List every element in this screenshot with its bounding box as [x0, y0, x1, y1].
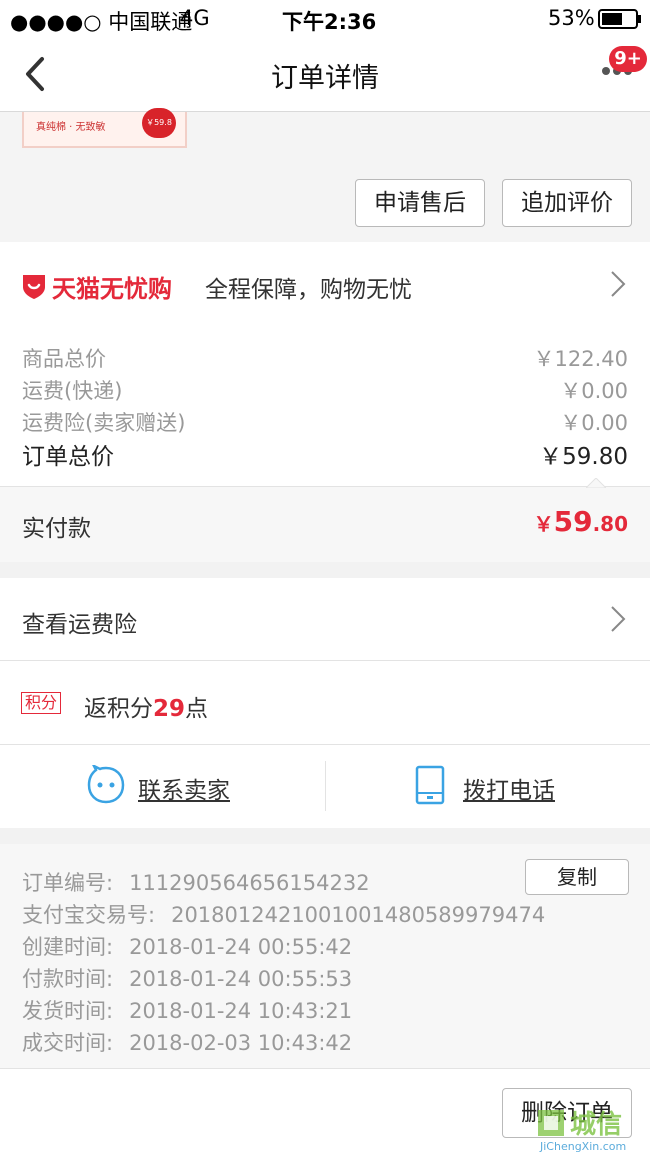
thumb-price-tag: ￥59.8: [142, 108, 176, 138]
freight-insurance-value: ￥0.00: [560, 411, 628, 435]
paid-integer: 59: [553, 505, 593, 538]
order-total-label: 订单总价: [22, 444, 114, 470]
info-label: 付款时间:: [22, 967, 114, 991]
product-thumbnail[interactable]: 真纯棉 · 无致敏 ￥59.8: [22, 108, 187, 148]
carrier-label: ●●●●○ 中国联通: [10, 10, 193, 34]
paid-label: 实付款: [22, 516, 91, 542]
guarantee-text: 全程保障，购物无忧: [205, 277, 412, 303]
shipped-time-row: 发货时间: 2018-01-24 10:43:21: [22, 995, 352, 1025]
network-label: 4G: [180, 6, 210, 30]
battery-icon: [598, 9, 641, 29]
paid-row: 实付款 ￥59.80: [0, 478, 650, 562]
notification-badge: 9+: [609, 46, 647, 72]
info-label: 支付宝交易号:: [22, 903, 156, 927]
points-tag: 积分: [21, 692, 62, 714]
price-section: 天猫无忧购 全程保障，购物无忧 商品总价 ￥122.40 运费(快递) ￥0.0…: [0, 242, 650, 486]
paid-decimal: .80: [592, 512, 628, 536]
info-label: 发货时间:: [22, 999, 114, 1023]
page-title: 订单详情: [271, 63, 379, 94]
nav-bar: 订单详情: [0, 36, 650, 112]
paid-time-value: 2018-01-24 00:55:53: [129, 967, 353, 991]
info-label: 成交时间:: [22, 1031, 114, 1055]
created-time-value: 2018-01-24 00:55:42: [129, 935, 353, 959]
watermark-emblem-icon: [538, 1110, 564, 1136]
watermark-logo: 城信 JiChengXin.com: [534, 1102, 650, 1156]
copy-button[interactable]: 复制: [525, 859, 629, 895]
order-total-value: ￥59.80: [539, 444, 628, 470]
guarantee-brand: 天猫无忧购: [52, 275, 172, 303]
freight-insurance-label: 运费险(卖家赠送): [22, 411, 186, 435]
battery-label: 53%: [548, 6, 595, 30]
alipay-trade-value: 2018012421001001480589979474: [171, 903, 546, 927]
freight-insurance-row[interactable]: 查看运费险: [0, 578, 650, 660]
tmall-shield-icon: [23, 275, 45, 299]
info-label: 创建时间:: [22, 935, 114, 959]
freight-insurance-link[interactable]: 查看运费险: [22, 605, 137, 639]
points-row: 积分 返积分29点: [0, 661, 650, 744]
clock: 下午2:36: [282, 10, 377, 34]
status-bar: ●●●●○ 中国联通 4G 下午2:36 53%: [0, 0, 650, 36]
points-count: 29: [153, 696, 186, 722]
shipped-time-value: 2018-01-24 10:43:21: [129, 999, 353, 1023]
contact-seller-button[interactable]: 联系卖家: [86, 765, 286, 809]
points-prefix: 返积分: [84, 696, 153, 722]
paid-amount: ￥59.80: [534, 505, 628, 538]
product-area: 真纯棉 · 无致敏 ￥59.8 申请售后 追加评价: [0, 108, 650, 242]
order-number-value: 111290564656154232: [129, 871, 370, 895]
points-text: 返积分29点: [84, 689, 208, 723]
alipay-trade-row: 支付宝交易号: 2018012421001001480589979474: [22, 899, 545, 929]
order-info-section: 订单编号: 111290564656154232 支付宝交易号: 201801242…: [0, 844, 650, 1068]
deal-time-row: 成交时间: 2018-02-03 10:43:42: [22, 1027, 352, 1057]
created-time-row: 创建时间: 2018-01-24 00:55:42: [22, 931, 352, 961]
chat-face-icon: [87, 765, 125, 804]
subtotal-label: 商品总价: [22, 347, 106, 371]
paid-currency: ￥: [533, 512, 554, 536]
guarantee-chevron-icon[interactable]: [610, 270, 626, 298]
order-number-row: 订单编号: 111290564656154232: [22, 867, 370, 897]
shipping-value: ￥0.00: [560, 379, 628, 403]
contact-divider: [325, 761, 326, 811]
chevron-right-icon: [611, 606, 626, 632]
thumb-caption: 真纯棉 · 无致敏: [36, 122, 106, 133]
watermark-brand: 城信: [570, 1110, 623, 1140]
call-phone-label: 拨打电话: [463, 778, 555, 804]
pointer-notch: [586, 478, 606, 488]
paid-time-row: 付款时间: 2018-01-24 00:55:53: [22, 963, 352, 993]
call-phone-button[interactable]: 拨打电话: [415, 765, 615, 809]
shipping-label: 运费(快递): [22, 379, 123, 403]
info-label: 订单编号:: [22, 871, 114, 895]
after-sale-button[interactable]: 申请售后: [355, 179, 485, 227]
contact-row: 联系卖家 拨打电话: [0, 745, 650, 828]
points-suffix: 点: [185, 696, 209, 722]
add-review-button[interactable]: 追加评价: [502, 179, 632, 227]
subtotal-value: ￥122.40: [533, 347, 628, 371]
deal-time-value: 2018-02-03 10:43:42: [129, 1031, 353, 1055]
contact-seller-label: 联系卖家: [138, 778, 230, 804]
watermark-url: JiChengXin.com: [540, 1140, 627, 1153]
phone-icon: [415, 765, 445, 805]
